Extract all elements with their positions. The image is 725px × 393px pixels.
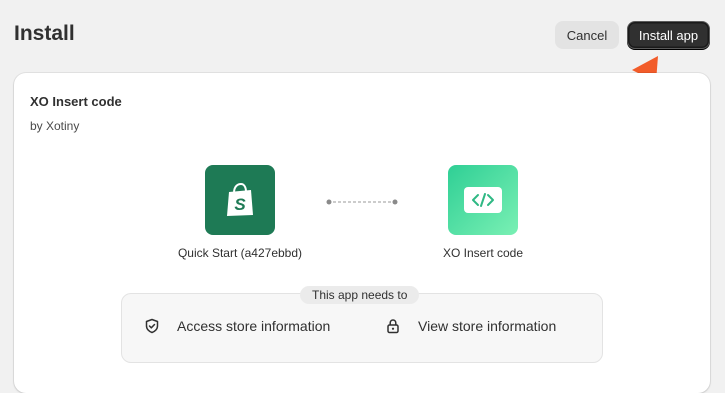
code-icon xyxy=(464,187,502,213)
permission-item: Access store information xyxy=(144,318,330,334)
cancel-button[interactable]: Cancel xyxy=(555,21,619,49)
app-tile xyxy=(448,165,518,235)
lock-icon xyxy=(387,319,399,334)
install-app-button[interactable]: Install app xyxy=(627,21,710,49)
permissions-heading: This app needs to xyxy=(300,286,420,304)
install-card: XO Insert code by Xotiny S Quick Start (… xyxy=(14,73,710,393)
shield-check-icon xyxy=(145,318,159,334)
app-name-label: XO Insert code xyxy=(442,246,524,260)
shopify-bag-icon: S xyxy=(227,183,253,216)
store-name-label: Quick Start (a427ebbd) xyxy=(177,246,303,260)
permission-item: View store information xyxy=(385,318,556,334)
permissions-box: This app needs to Access store informati… xyxy=(121,286,603,363)
svg-text:S: S xyxy=(234,195,246,214)
connection-line xyxy=(326,199,398,205)
app-name: XO Insert code xyxy=(30,94,122,109)
permission-label: View store information xyxy=(418,318,557,334)
store-tile: S xyxy=(205,165,275,235)
page-title: Install xyxy=(14,22,75,45)
app-author: by Xotiny xyxy=(30,119,80,133)
permission-label: Access store information xyxy=(177,318,331,334)
